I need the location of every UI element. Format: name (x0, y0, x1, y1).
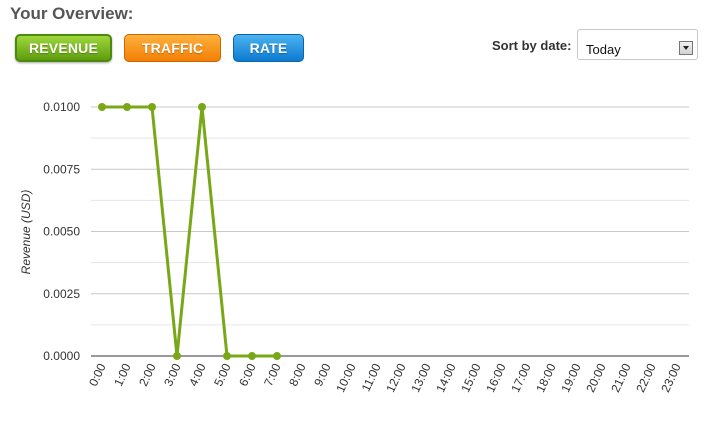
y-axis-ticks: 0.0100 0.0075 0.0050 0.0025 0.0000 (43, 100, 80, 363)
x-tick-label: 16:00 (483, 361, 509, 394)
x-axis-ticks: 0:00 1:00 2:00 3:00 4:00 5:00 6:00 7:00 8:00 9:00… (86, 361, 684, 394)
x-tick-label: 17:00 (508, 361, 534, 394)
x-tick-label: 5:00 (211, 361, 234, 388)
x-tick-label: 4:00 (186, 361, 209, 388)
y-tick-label: 0.0100 (43, 100, 80, 114)
data-point (173, 352, 181, 360)
x-tick-label: 21:00 (608, 361, 634, 394)
x-tick-label: 7:00 (261, 361, 284, 388)
data-point (98, 103, 106, 111)
data-point (223, 352, 231, 360)
x-tick-label: 14:00 (433, 361, 459, 394)
x-tick-label: 8:00 (286, 361, 309, 388)
x-tick-label: 19:00 (558, 361, 584, 394)
data-point (198, 103, 206, 111)
x-tick-label: 1:00 (111, 361, 134, 388)
data-point (248, 352, 256, 360)
data-point (148, 103, 156, 111)
x-tick-label: 9:00 (311, 361, 334, 388)
y-tick-label: 0.0025 (43, 287, 80, 301)
data-point (123, 103, 131, 111)
x-tick-label: 6:00 (236, 361, 259, 388)
y-axis-label: Revenue (USD) (19, 190, 33, 275)
y-tick-label: 0.0075 (43, 162, 80, 176)
x-tick-label: 15:00 (458, 361, 484, 394)
x-tick-label: 23:00 (658, 361, 684, 394)
x-tick-label: 22:00 (633, 361, 659, 394)
data-point (273, 352, 281, 360)
chart-grid (91, 106, 689, 326)
y-tick-label: 0.0050 (43, 225, 80, 239)
revenue-line-chart: 0.0100 0.0075 0.0050 0.0025 0.0000 Revenue (… (19, 100, 689, 394)
x-tick-label: 12:00 (383, 361, 409, 394)
x-tick-label: 11:00 (359, 361, 384, 394)
x-tick-label: 0:00 (86, 361, 109, 388)
x-tick-label: 13:00 (408, 361, 434, 394)
x-tick-label: 10:00 (333, 361, 359, 394)
y-tick-label: 0.0000 (43, 349, 80, 363)
x-tick-label: 18:00 (533, 361, 559, 394)
x-tick-label: 20:00 (583, 361, 609, 394)
x-tick-label: 3:00 (161, 361, 184, 388)
x-tick-label: 2:00 (136, 361, 159, 388)
